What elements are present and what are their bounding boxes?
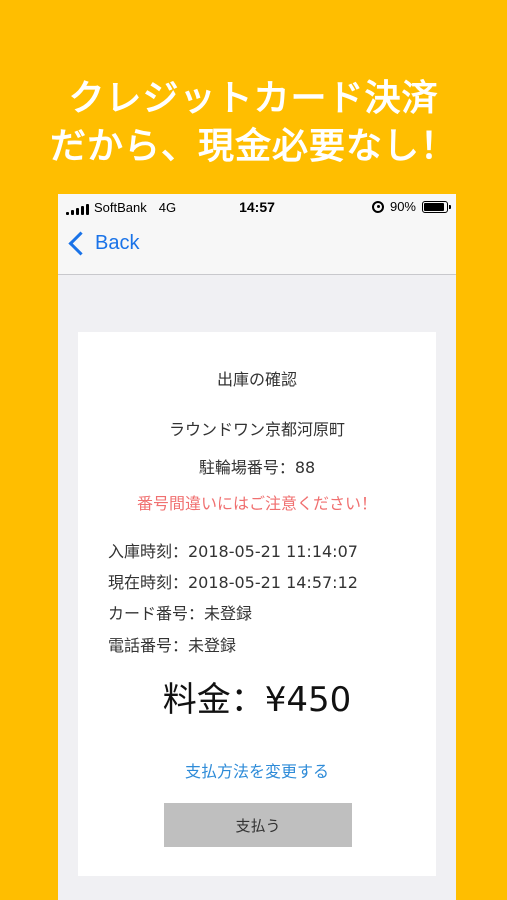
back-button[interactable]: Back [66,231,140,256]
card-title: 出庫の確認 [216,370,297,389]
phone-screen: SoftBank 4G 14:57 90% Back 出庫の確認 ラウンドワン京… [58,194,456,900]
fee-amount: 料金：¥450 [162,680,352,720]
checkout-confirmation-card: 出庫の確認 ラウンドワン京都河原町 駐輪場番号：88 番号間違いにはご注意くださ… [78,332,436,876]
promo-headline-line2: だから、現金必要なし！ [49,126,457,167]
shop-name: ラウンドワン京都河原町 [168,420,345,439]
change-payment-method-link[interactable]: 支払方法を変更する [78,758,436,782]
parking-number: 駐輪場番号：88 [198,458,316,477]
navigation-bar: Back [58,220,456,275]
pay-button[interactable]: 支払う [164,803,352,847]
back-label: Back [95,232,140,254]
card-number: カード番号：未登録 [108,604,253,623]
battery-icon [422,200,451,213]
status-bar: SoftBank 4G 14:57 90% [58,194,456,220]
entry-time: 入庫時刻：2018-05-21 11:14:07 [108,542,358,561]
current-time: 現在時刻：2018-05-21 14:57:12 [108,573,358,592]
battery-percent: 90% [389,199,416,214]
phone-number: 電話番号：未登録 [108,636,237,655]
status-right: 90% [371,199,451,214]
orientation-lock-icon [371,200,384,213]
warning-text: 番号間違いにはご注意ください！ [136,494,377,513]
promo-headline-line1: クレジットカード決済 [68,78,439,119]
chevron-left-icon [68,231,93,256]
